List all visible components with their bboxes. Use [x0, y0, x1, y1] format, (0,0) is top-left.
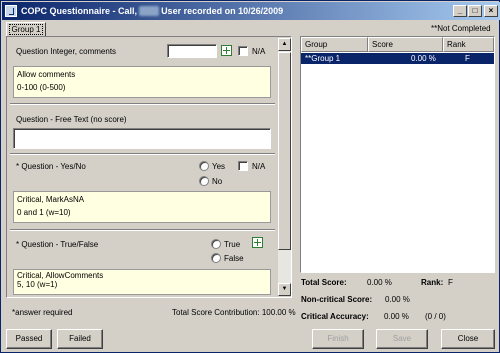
q3-label: * Question - Yes/No	[16, 162, 86, 171]
total-score-value: 0.00 %	[367, 278, 392, 287]
divider	[10, 229, 275, 231]
questions-panel: Question Integer, comments N/A Allow com…	[6, 36, 292, 298]
q1-na-checkbox[interactable]	[238, 46, 248, 56]
rank-value: F	[448, 278, 453, 287]
close-button[interactable]: Close	[441, 329, 495, 349]
questionnaire-window: COPC Questionnaire - Call,xxxxUser recor…	[0, 0, 500, 353]
q1-integer-input[interactable]	[167, 44, 217, 58]
required-note: *answer required	[12, 308, 73, 317]
critical-accuracy-value: 0.00 %	[384, 312, 409, 321]
q4-label: * Question - True/False	[16, 240, 99, 249]
add-comment-icon[interactable]	[252, 237, 263, 248]
q4-note-line1: Critical, AllowComments	[17, 271, 104, 280]
maximize-button[interactable]: □	[468, 5, 482, 17]
contribution-label: Total Score Contribution:	[172, 308, 260, 317]
column-header-group[interactable]: Group	[301, 37, 368, 52]
row-score: 0.00 %	[411, 54, 436, 63]
finish-button[interactable]: Finish	[312, 329, 364, 349]
row-rank: F	[465, 54, 470, 63]
close-window-button[interactable]: ×	[484, 5, 498, 17]
app-icon	[5, 5, 17, 17]
passed-button[interactable]: Passed	[6, 329, 52, 349]
scroll-thumb[interactable]	[278, 52, 291, 250]
q3-no-radio[interactable]	[199, 176, 209, 186]
noncritical-value: 0.00 %	[385, 295, 410, 304]
status-not-completed: **Not Completed	[431, 24, 491, 33]
q1-na-label: N/A	[252, 47, 266, 56]
q1-note: Allow comments 0-100 (0-500)	[13, 66, 271, 98]
column-header-rank[interactable]: Rank	[443, 37, 494, 52]
column-header-score[interactable]: Score	[368, 37, 443, 52]
q1-note-line2: 0-100 (0-500)	[17, 83, 66, 92]
q3-note-line1: Critical, MarkAsNA	[17, 195, 85, 204]
q3-no-label: No	[212, 177, 223, 186]
row-group: **Group 1	[305, 54, 341, 63]
critical-accuracy-count: (0 / 0)	[425, 312, 446, 321]
q4-note-line2: 5, 10 (w=1)	[17, 280, 58, 289]
q4-note: Critical, AllowComments 5, 10 (w=1)	[13, 269, 271, 295]
q4-true-radio[interactable]	[211, 239, 221, 249]
failed-button[interactable]: Failed	[57, 329, 103, 349]
q4-true-label: True	[224, 240, 241, 249]
q3-na-checkbox[interactable]	[238, 161, 248, 171]
scroll-down-arrow-icon[interactable]: ▼	[278, 283, 291, 296]
q2-label: Question - Free Text (no score)	[16, 115, 127, 124]
total-score-label: Total Score:	[301, 278, 347, 287]
title-suffix: User recorded on 10/26/2009	[161, 6, 284, 16]
q1-note-line1: Allow comments	[17, 70, 76, 79]
q3-yes-label: Yes	[212, 162, 226, 171]
score-contribution: Total Score Contribution: 100.00 %	[172, 308, 296, 317]
rank-label: Rank:	[421, 278, 444, 287]
q1-label: Question Integer, comments	[16, 47, 117, 56]
save-button[interactable]: Save	[376, 329, 428, 349]
tab-group-1[interactable]: Group 1	[6, 22, 46, 37]
table-row[interactable]: **Group 1 0.00 % F	[301, 53, 494, 64]
score-grid: Group Score Rank **Group 1 0.00 % F	[300, 36, 495, 273]
title-redacted-name: xxxx	[139, 6, 160, 16]
q3-na-label: N/A	[252, 162, 266, 171]
divider	[10, 153, 275, 155]
noncritical-label: Non-critical Score:	[301, 295, 373, 304]
q3-note: Critical, MarkAsNA 0 and 1 (w=10)	[13, 191, 271, 223]
title-prefix: COPC Questionnaire - Call,	[21, 6, 138, 16]
questions-scrollbar[interactable]: ▲ ▼	[278, 38, 291, 296]
divider	[10, 103, 275, 105]
window-title: COPC Questionnaire - Call,xxxxUser recor…	[21, 6, 283, 16]
q3-note-line2: 0 and 1 (w=10)	[17, 208, 71, 217]
title-bar[interactable]: COPC Questionnaire - Call,xxxxUser recor…	[2, 2, 500, 20]
tab-label: Group 1	[8, 24, 44, 35]
scroll-up-arrow-icon[interactable]: ▲	[278, 38, 291, 51]
q4-false-label: False	[224, 254, 244, 263]
contribution-value: 100.00 %	[261, 308, 296, 317]
q3-yes-radio[interactable]	[199, 161, 209, 171]
q4-false-radio[interactable]	[211, 253, 221, 263]
minimize-button[interactable]: _	[453, 5, 467, 17]
add-comment-icon[interactable]	[221, 45, 232, 56]
q2-free-text-input[interactable]	[13, 128, 271, 149]
critical-accuracy-label: Critical Accuracy:	[301, 312, 369, 321]
